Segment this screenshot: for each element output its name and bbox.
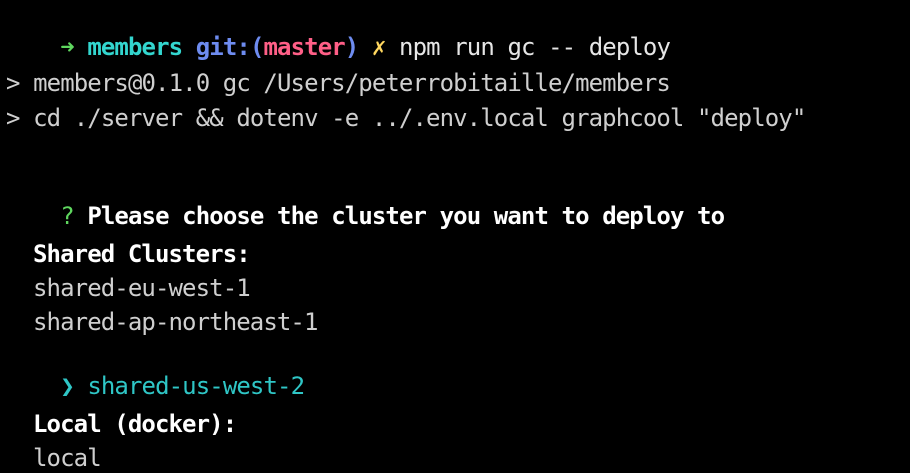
npm-script-line: > members@0.1.0 gc /Users/peterrobitaill… [6,69,671,97]
shared-clusters-heading: Shared Clusters: [33,240,251,268]
cluster-question: ? Please choose the cluster you want to … [6,171,725,230]
prompt-directory: members [87,33,183,61]
question-mark-icon: ? [60,202,74,230]
cluster-option-local[interactable]: local [33,443,102,473]
cluster-option-shared-ap-northeast-1[interactable]: shared-ap-northeast-1 [33,307,318,337]
prompt-arrow-icon: ➜ [60,33,74,61]
prompt-git-branch: master [263,33,346,61]
git-dirty-icon: ✗ [371,33,386,61]
prompt-git-close: ) [344,33,359,61]
cluster-option-shared-eu-west-1[interactable]: shared-eu-west-1 [33,273,251,303]
selection-pointer-icon: ❯ [60,372,74,400]
shell-prompt-line: ➜ members git:(master) ✗ npm run gc -- d… [6,2,671,61]
selected-cluster-label: shared-us-west-2 [87,372,305,400]
prompt-git-label: git:( [195,33,265,61]
local-clusters-heading: Local (docker): [33,410,237,438]
cluster-option-shared-us-west-2-selected[interactable]: ❯ shared-us-west-2 [6,341,305,400]
terminal-window[interactable]: ➜ members git:(master) ✗ npm run gc -- d… [0,0,910,472]
question-text: Please choose the cluster you want to de… [87,202,725,230]
npm-script-command: > cd ./server && dotenv -e ../.env.local… [6,104,806,132]
entered-command: npm run gc -- deploy [399,33,671,61]
